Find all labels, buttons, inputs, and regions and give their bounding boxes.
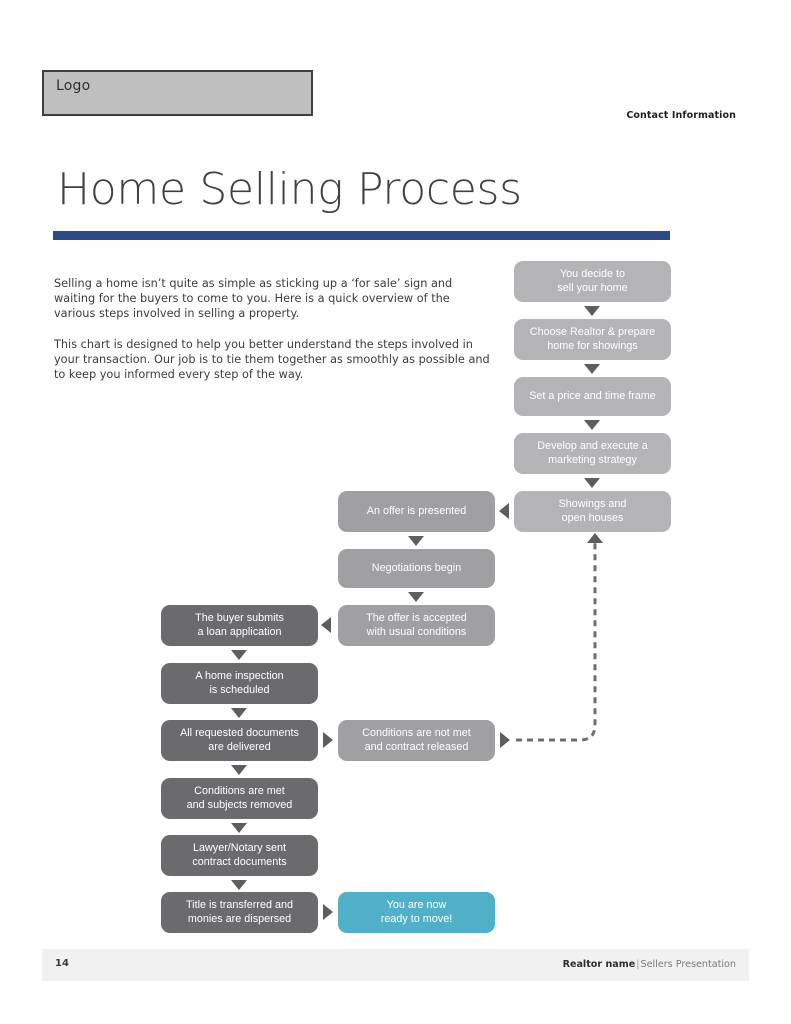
flow-node-lawyer-notary-documents[interactable]: Lawyer/Notary sent contract documents [161,835,318,876]
flow-node-text: A home inspection is scheduled [195,670,284,696]
flow-node-offer-accepted[interactable]: The offer is accepted with usual conditio… [338,605,495,646]
home-selling-process-flowchart: You decide to sell your home Choose Realt… [0,0,791,1024]
flow-node-documents-delivered[interactable]: All requested documents are delivered [161,720,318,761]
flow-node-title-transferred[interactable]: Title is transferred and monies are dispe… [161,892,318,933]
flow-node-buyer-loan-application[interactable]: The buyer submits a loan application [161,605,318,646]
arrow-left-icon [499,503,509,519]
arrow-up-icon [587,533,603,543]
flow-node-text: The buyer submits a loan application [195,612,284,638]
arrow-right-icon [323,904,333,920]
flow-node-text: Lawyer/Notary sent contract documents [192,842,287,868]
arrow-down-icon [408,592,424,602]
flow-node-conditions-not-met[interactable]: Conditions are not met and contract relea… [338,720,495,761]
arrow-down-icon [584,306,600,316]
arrow-down-icon [584,478,600,488]
flow-node-negotiations-begin[interactable]: Negotiations begin [338,549,495,588]
flow-node-text: Title is transferred and monies are dispe… [185,899,293,925]
footer-attribution: Realtor name|Sellers Presentation [563,959,736,970]
flow-node-text: An offer is presented [366,504,467,517]
flow-node-text: Negotiations begin [371,561,462,574]
flow-node-choose-realtor[interactable]: Choose Realtor & prepare home for showing… [514,319,671,360]
arrow-left-icon [321,617,331,633]
arrow-down-icon [231,765,247,775]
footer-page-number: 14 [55,958,69,969]
flow-node-ready-to-move[interactable]: You are now ready to move! [338,892,495,933]
arrow-down-icon [584,364,600,374]
arrow-down-icon [408,536,424,546]
arrow-down-icon [231,880,247,890]
footer-presentation-label: Sellers Presentation [640,959,736,970]
arrow-down-icon [231,650,247,660]
feedback-loop-dashed-connector [516,542,597,742]
flow-node-text: The offer is accepted with usual conditio… [366,612,467,638]
footer-realtor-name: Realtor name [562,959,636,970]
arrow-down-icon [231,708,247,718]
flow-node-marketing-strategy[interactable]: Develop and execute a marketing strategy [514,433,671,474]
flow-node-you-decide-to-sell[interactable]: You decide to sell your home [514,261,671,302]
flow-node-home-inspection[interactable]: A home inspection is scheduled [161,663,318,704]
flow-node-text: Choose Realtor & prepare home for showing… [529,326,656,352]
flow-node-text: All requested documents are delivered [180,727,299,753]
flow-node-conditions-met[interactable]: Conditions are met and subjects removed [161,778,318,819]
flow-node-text: You decide to sell your home [557,268,628,294]
flow-node-set-price-time-frame[interactable]: Set a price and time frame [514,377,671,416]
flow-node-text: Set a price and time frame [529,389,656,402]
arrow-down-icon [584,420,600,430]
flow-node-text: Develop and execute a marketing strategy [537,440,648,466]
arrow-right-icon [323,732,333,748]
flow-node-offer-presented[interactable]: An offer is presented [338,491,495,532]
flow-node-text: Conditions are met and subjects removed [186,785,293,811]
flow-node-text: Conditions are not met and contract relea… [362,727,471,753]
flow-node-text: You are now ready to move! [380,899,453,925]
arrow-down-icon [231,823,247,833]
